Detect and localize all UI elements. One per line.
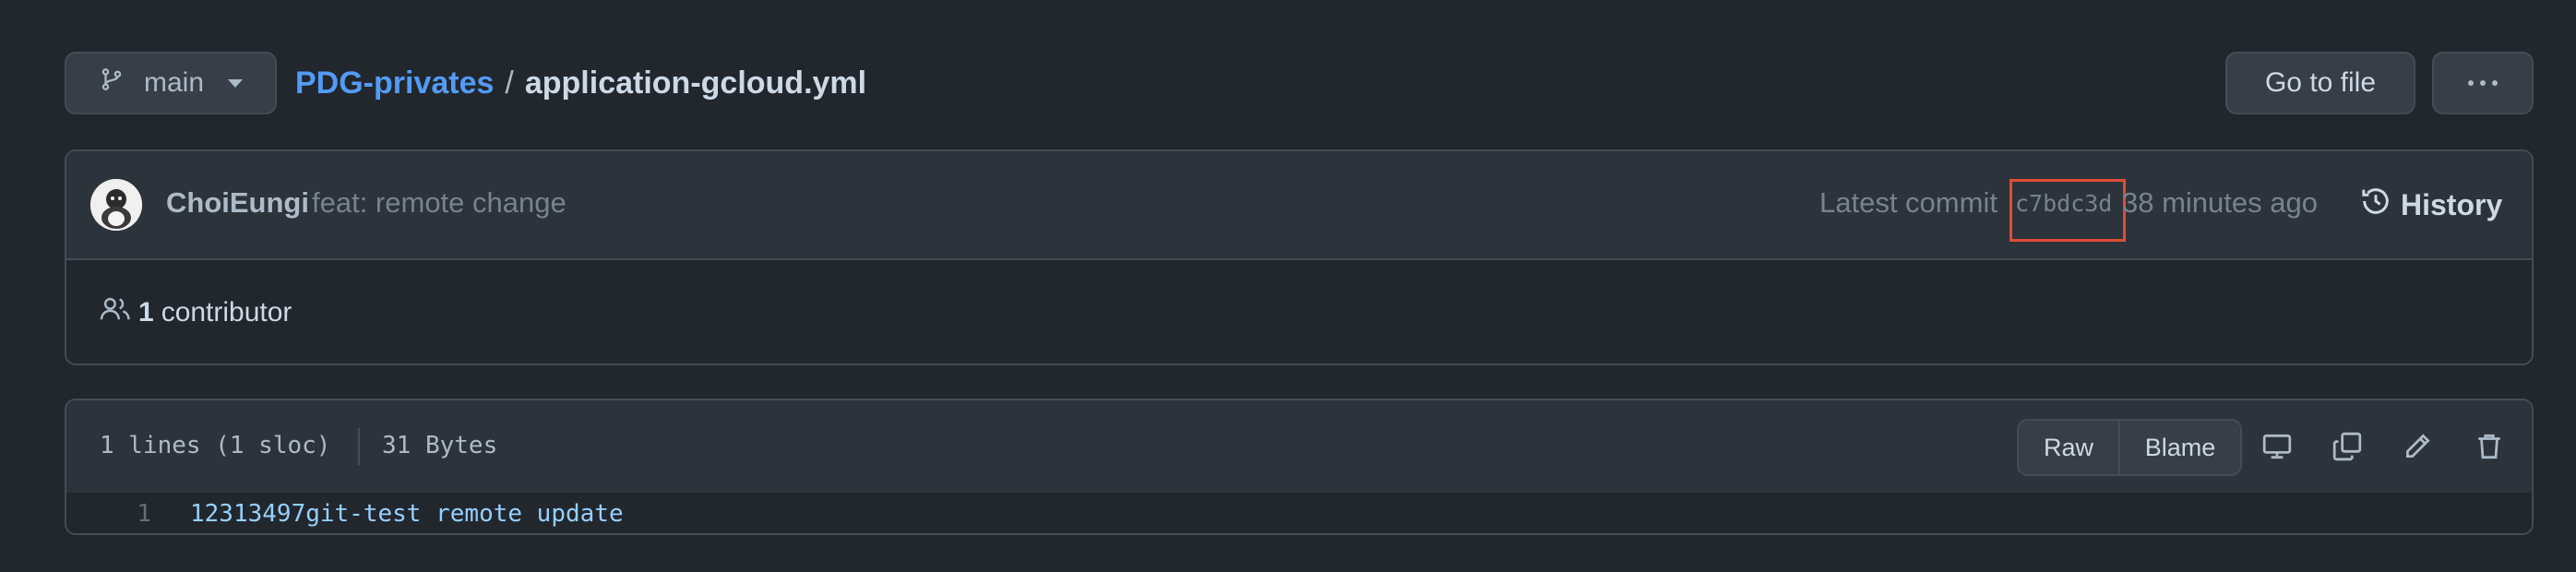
code-line: 1 12313497git-test remote update (66, 493, 2532, 533)
history-label: History (2401, 187, 2503, 221)
desktop-icon[interactable] (2259, 428, 2296, 465)
file-name: application-gcloud.yml (524, 65, 867, 101)
commit-message[interactable]: feat: remote change (312, 186, 566, 220)
file-header: 1 lines (1 sloc) 31 Bytes Raw Blame (66, 400, 2532, 495)
more-options-button[interactable] (2432, 52, 2534, 114)
branch-selector-button[interactable]: main (65, 52, 277, 114)
file-lines-info: 1 lines (1 sloc) (100, 432, 331, 459)
contributor-label: contributor (161, 297, 292, 328)
contributors-summary[interactable]: 1 contributor (100, 295, 292, 330)
branch-name: main (144, 67, 205, 98)
avatar[interactable] (90, 179, 142, 231)
file-viewer: 1 lines (1 sloc) 31 Bytes Raw Blame 1 12… (65, 399, 2534, 535)
commit-sha-link[interactable]: c7bdc3d (2015, 190, 2112, 217)
breadcrumb-separator: / (505, 65, 514, 101)
repo-link[interactable]: PDG-privates (295, 66, 494, 101)
git-branch-icon (100, 66, 124, 101)
blame-button[interactable]: Blame (2120, 421, 2240, 474)
raw-blame-group: Raw Blame (2017, 419, 2242, 476)
people-icon (100, 295, 131, 330)
history-icon (2360, 185, 2391, 224)
chevron-down-icon (228, 78, 244, 88)
code-text: 12313497git-test remote update (190, 500, 624, 528)
commit-author[interactable]: ChoiEungi (166, 186, 309, 220)
latest-commit-bar: ChoiEungi feat: remote change Latest com… (66, 151, 2532, 260)
line-number[interactable]: 1 (66, 500, 151, 528)
commit-panel: ChoiEungi feat: remote change Latest com… (65, 149, 2534, 365)
kebab-horizontal-icon (2468, 80, 2498, 86)
go-to-file-button[interactable]: Go to file (2225, 52, 2415, 114)
divider (358, 428, 360, 465)
trash-icon[interactable] (2471, 428, 2508, 465)
copy-icon[interactable] (2329, 428, 2366, 465)
raw-button[interactable]: Raw (2019, 421, 2120, 474)
pencil-icon[interactable] (2399, 428, 2436, 465)
latest-commit-label: Latest commit (1819, 186, 1998, 219)
breadcrumb: PDG-privates / application-gcloud.yml (295, 59, 866, 107)
history-button[interactable]: History (2360, 179, 2502, 231)
contributor-count: 1 (138, 297, 154, 328)
file-size: 31 Bytes (382, 432, 498, 459)
commit-time: 38 minutes ago (2122, 186, 2318, 219)
